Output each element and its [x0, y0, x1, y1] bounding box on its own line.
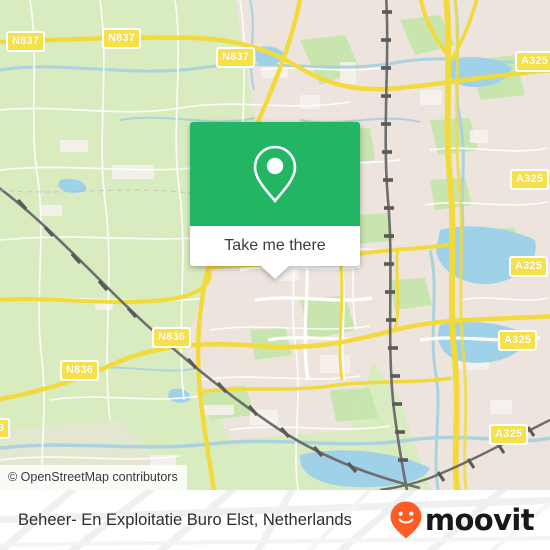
osm-attribution[interactable]: © OpenStreetMap contributors: [0, 465, 187, 490]
road-shield-a325[interactable]: A325: [510, 169, 550, 190]
map-canvas[interactable]: N837 N837 N837 A325 A325 A325 A325 A325 …: [0, 0, 550, 490]
popup-pointer-tail: [261, 266, 289, 279]
footer-bar: Beheer- En Exploitatie Buro Elst, Nether…: [0, 490, 550, 550]
moovit-wordmark: moovit: [424, 502, 535, 537]
road-shield-a325[interactable]: A325: [509, 256, 549, 277]
road-shield-n837[interactable]: N837: [216, 47, 256, 68]
road-shield-n836[interactable]: N836: [60, 360, 100, 381]
map-screenshot: N837 N837 N837 A325 A325 A325 A325 A325 …: [0, 0, 550, 550]
road-shield-a325[interactable]: A325: [515, 51, 550, 72]
map-pin-icon: [253, 145, 297, 204]
moovit-smiley-pin-icon: [390, 501, 422, 539]
popup-footer[interactable]: Take me there: [190, 226, 360, 279]
road-shield-n836[interactable]: N836: [152, 327, 192, 348]
road-shield-n837[interactable]: N837: [102, 28, 142, 49]
road-shield-a325[interactable]: A325: [498, 330, 538, 351]
popup-header: [190, 122, 360, 226]
moovit-logo[interactable]: moovit: [390, 501, 535, 539]
road-shield-a325[interactable]: A325: [489, 424, 529, 445]
road-shield-partial[interactable]: 3: [0, 418, 11, 439]
location-popup-card[interactable]: Take me there: [190, 122, 360, 279]
take-me-there-label: Take me there: [224, 237, 326, 254]
road-shield-n837[interactable]: N837: [6, 31, 46, 52]
location-title: Beheer- En Exploitatie Buro Elst, Nether…: [18, 511, 352, 529]
